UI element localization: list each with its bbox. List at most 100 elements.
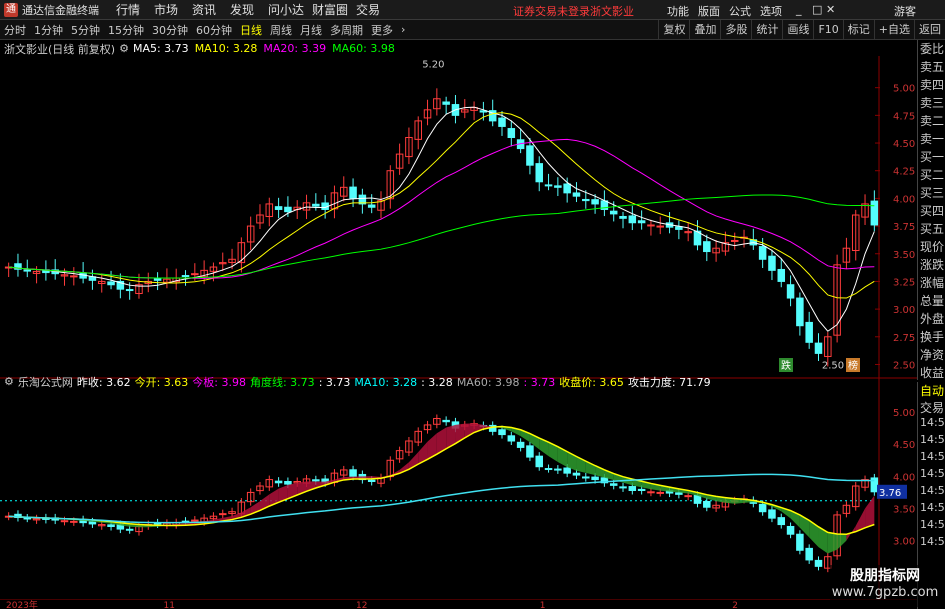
ma-legend-item: MA20: 3.39 bbox=[263, 42, 327, 55]
candle-body bbox=[572, 472, 581, 476]
quote-field-label[interactable]: 买二 bbox=[918, 166, 945, 184]
candle-body bbox=[23, 517, 32, 520]
candle-body bbox=[572, 192, 581, 197]
y-tick-label: 4.00 bbox=[893, 472, 915, 483]
indicator-chart[interactable]: 5.00 4.50 4.00 3.50 3.00 3.76 bbox=[0, 390, 917, 600]
menu-item-market[interactable]: 市场 bbox=[154, 1, 192, 18]
draw-line-button[interactable]: 画线 bbox=[782, 20, 813, 40]
multi-stock-button[interactable]: 多股 bbox=[720, 20, 751, 40]
quote-field-label[interactable]: 卖二 bbox=[918, 112, 945, 130]
quote-field-label[interactable]: 买一 bbox=[918, 148, 945, 166]
quote-side-panel: 委比 卖五 卖四 卖三 卖二 卖一 买一 买二 买三 买四 买五 现价 涨跌 涨幅 总量 外盘 换手 净资 收益 bbox=[917, 40, 945, 380]
overlay-button[interactable]: 叠加 bbox=[689, 20, 720, 40]
watermark-url: www.7gpzb.com bbox=[831, 585, 939, 600]
menu-item-discover[interactable]: 发现 bbox=[230, 1, 268, 18]
period-15min[interactable]: 15分钟 bbox=[108, 22, 144, 38]
mark-button[interactable]: 标记 bbox=[842, 20, 874, 40]
candle-body bbox=[507, 435, 516, 442]
lower-legend: 昨收: 3.62 今开: 3.63 今板: 3.98 角度线: 3.73: 3.73 M… bbox=[77, 374, 715, 390]
indicator-legend-item: 今开: 3.63 bbox=[134, 375, 189, 389]
candle-body bbox=[125, 528, 134, 531]
y-tick-label: 4.25 bbox=[893, 167, 915, 178]
quote-field-label[interactable]: 卖五 bbox=[918, 58, 945, 76]
formula-button[interactable]: 公式 bbox=[729, 3, 751, 19]
tick-time: 14:56 bbox=[920, 467, 945, 480]
more-chevron-icon[interactable]: › bbox=[401, 23, 405, 36]
candle-body bbox=[647, 491, 655, 494]
quote-field-label[interactable]: 卖四 bbox=[918, 76, 945, 94]
guest-label[interactable]: 游客 bbox=[894, 3, 916, 19]
restore-rights-button[interactable]: 复权 bbox=[658, 20, 689, 40]
x-axis: 2023年 11 12 1 2 bbox=[0, 599, 917, 609]
x-tick-label: 12 bbox=[356, 601, 367, 609]
quote-field-label[interactable]: 卖三 bbox=[918, 94, 945, 112]
maximize-icon[interactable]: □ bbox=[812, 3, 822, 16]
period-30min[interactable]: 30分钟 bbox=[152, 22, 188, 38]
add-favorite-button[interactable]: +自选 bbox=[873, 20, 914, 40]
quote-field-label[interactable]: 涨跌 bbox=[918, 256, 945, 274]
period-multi[interactable]: 多周期 bbox=[330, 22, 363, 38]
app-logo-icon: 通 bbox=[4, 2, 18, 17]
period-5min[interactable]: 5分钟 bbox=[71, 22, 100, 38]
quote-field-label[interactable]: 买三 bbox=[918, 184, 945, 202]
menu-item-trade[interactable]: 交易 bbox=[356, 1, 394, 18]
settings-icon[interactable]: ⚙ bbox=[4, 375, 14, 388]
quote-field-label[interactable]: 外盘 bbox=[918, 310, 945, 328]
candle-body bbox=[554, 468, 562, 471]
stats-button[interactable]: 统计 bbox=[751, 20, 782, 40]
layout-button[interactable]: 版面 bbox=[698, 3, 720, 19]
candlestick-chart[interactable]: 5.00 4.75 4.50 4.25 4.00 3.75 3.50 3.25 3.00 2.75… bbox=[0, 56, 917, 396]
candle-body bbox=[284, 206, 292, 213]
quote-field-label[interactable]: 涨幅 bbox=[918, 274, 945, 292]
candle-body bbox=[619, 486, 627, 489]
menu-item-quotes[interactable]: 行情 bbox=[116, 1, 154, 18]
candle-body bbox=[786, 525, 795, 535]
quote-field-label[interactable]: 换手 bbox=[918, 328, 945, 346]
candle-body bbox=[284, 480, 292, 485]
quote-field-label[interactable]: 买四 bbox=[918, 202, 945, 220]
period-1min[interactable]: 1分钟 bbox=[34, 22, 63, 38]
indicator-legend-item: : 3.28 bbox=[421, 375, 453, 389]
f10-button[interactable]: F10 bbox=[813, 20, 842, 40]
period-60min[interactable]: 60分钟 bbox=[196, 22, 232, 38]
candle-body bbox=[805, 321, 813, 343]
candle-body bbox=[23, 269, 32, 272]
period-intraday[interactable]: 分时 bbox=[4, 22, 26, 38]
candle-body bbox=[805, 547, 813, 561]
candle-body bbox=[153, 278, 162, 281]
auto-label[interactable]: 自动 bbox=[918, 382, 945, 399]
close-icon[interactable]: ✕ bbox=[826, 3, 835, 16]
quote-field-label[interactable]: 委比 bbox=[918, 40, 945, 58]
settings-icon[interactable]: ⚙ bbox=[119, 42, 129, 55]
y-tick-label: 3.50 bbox=[893, 505, 915, 516]
candle-body bbox=[88, 521, 97, 525]
x-tick-label: 2 bbox=[732, 601, 738, 609]
menu-item-wealth[interactable]: 财富圈 bbox=[312, 1, 356, 18]
quote-field-label[interactable]: 收益 bbox=[918, 364, 945, 382]
login-status[interactable]: 证券交易未登录 bbox=[513, 3, 590, 19]
options-button[interactable]: 选项 bbox=[760, 3, 782, 19]
menu-item-news[interactable]: 资讯 bbox=[192, 1, 230, 18]
candle-body bbox=[656, 225, 665, 228]
candle-body bbox=[274, 206, 283, 210]
period-daily[interactable]: 日线 bbox=[240, 22, 262, 38]
candle-body bbox=[218, 513, 227, 516]
quote-field-label[interactable]: 总量 bbox=[918, 292, 945, 310]
minimize-icon[interactable]: _ bbox=[796, 3, 802, 16]
menu-item-ask[interactable]: 问小达 bbox=[268, 1, 312, 18]
period-more[interactable]: 更多 bbox=[371, 22, 393, 38]
period-monthly[interactable]: 月线 bbox=[300, 22, 322, 38]
period-weekly[interactable]: 周线 bbox=[270, 22, 292, 38]
tick-time: 14:56 bbox=[920, 484, 945, 497]
quote-field-label[interactable]: 卖一 bbox=[918, 130, 945, 148]
indicator-legend-item: 收盘价: 3.65 bbox=[559, 375, 624, 389]
candle-body bbox=[628, 486, 637, 492]
quote-field-label[interactable]: 净资 bbox=[918, 346, 945, 364]
back-button[interactable]: 返回 bbox=[914, 20, 945, 40]
trade-label[interactable]: 交易 bbox=[918, 399, 945, 416]
tick-time: 14:56 bbox=[920, 416, 945, 429]
function-button[interactable]: 功能 bbox=[667, 3, 689, 19]
candle-body bbox=[191, 519, 199, 522]
quote-field-label[interactable]: 现价 bbox=[918, 238, 945, 256]
quote-field-label[interactable]: 买五 bbox=[918, 220, 945, 238]
